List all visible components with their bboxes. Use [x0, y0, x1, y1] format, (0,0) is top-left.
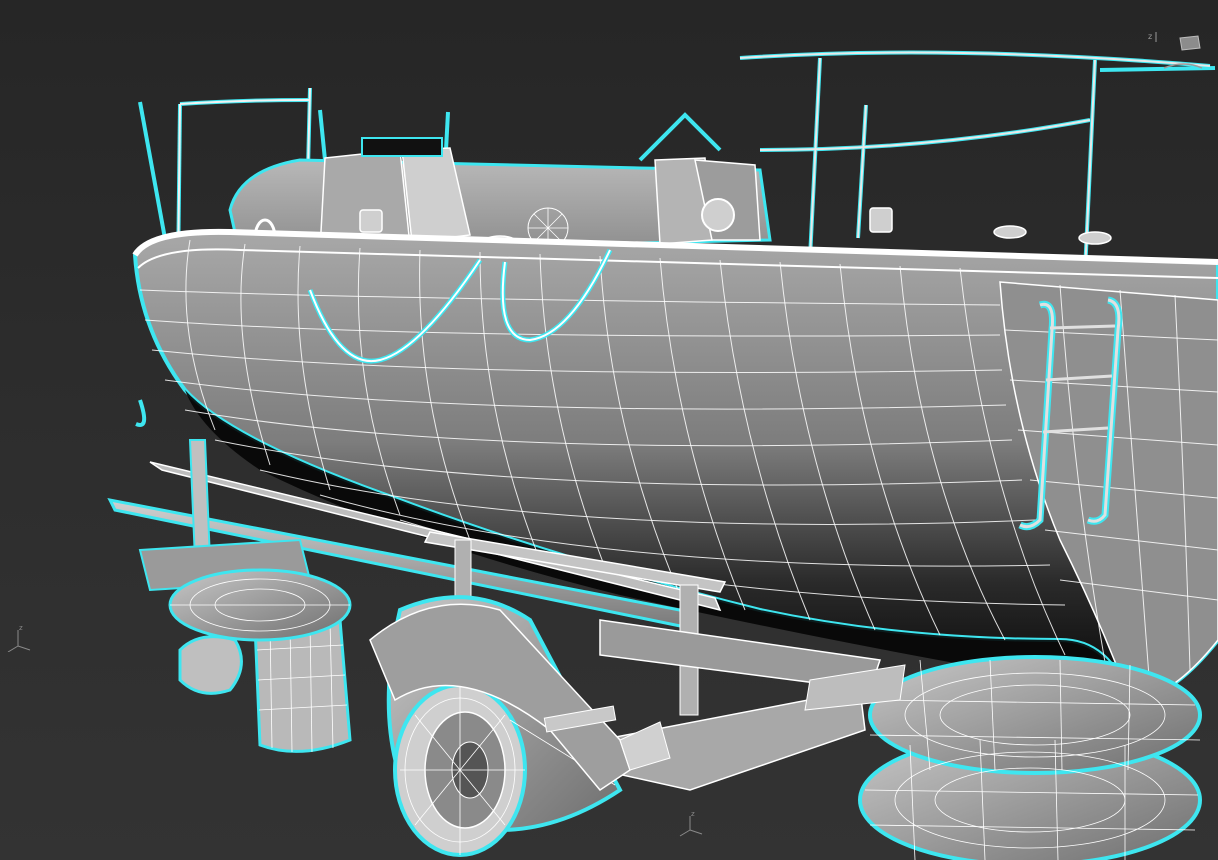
- axis-tripod-icon: z: [7, 624, 31, 652]
- boat-trailer-wireframe-model[interactable]: [0, 0, 1218, 860]
- fender-cushion-left[interactable]: [168, 568, 352, 642]
- axis-label-left: z: [19, 624, 23, 632]
- axis-tripod-icon: z: [679, 810, 703, 837]
- 3d-viewport[interactable]: z z z: [0, 0, 1218, 860]
- axis-label-bottom: z: [691, 810, 695, 818]
- stern-rail-metal: [739, 51, 1211, 273]
- viewcube-axis-label: z: [1148, 32, 1152, 41]
- spare-tyres-stack[interactable]: [804, 655, 1202, 860]
- viewcube-icon[interactable]: z: [1144, 30, 1204, 80]
